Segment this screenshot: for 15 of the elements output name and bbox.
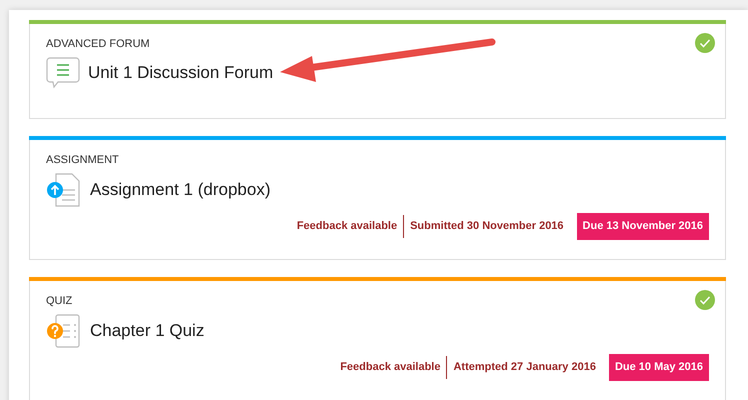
activity-type-label: ASSIGNMENT xyxy=(46,153,120,167)
status-text: Submitted 30 November 2016 xyxy=(403,215,570,238)
activity-title[interactable]: Chapter 1 Quiz xyxy=(90,320,204,342)
due-date-badge: Due 10 May 2016 xyxy=(608,354,709,380)
chat-bubble-icon xyxy=(46,57,80,89)
activity-type-label: ADVANCED FORUM xyxy=(46,37,151,51)
quiz-question-icon xyxy=(46,314,82,348)
status-text: Feedback available xyxy=(339,360,442,375)
activity-title[interactable]: Unit 1 Discussion Forum xyxy=(88,62,274,84)
status-text: Attempted 27 January 2016 xyxy=(446,356,602,378)
status-text: Feedback available xyxy=(296,219,398,234)
activity-title[interactable]: Assignment 1 (dropbox) xyxy=(90,179,270,201)
due-date-badge: Due 13 November 2016 xyxy=(576,213,709,240)
activity-type-label: QUIZ xyxy=(46,294,74,308)
document-upload-icon xyxy=(46,173,82,207)
